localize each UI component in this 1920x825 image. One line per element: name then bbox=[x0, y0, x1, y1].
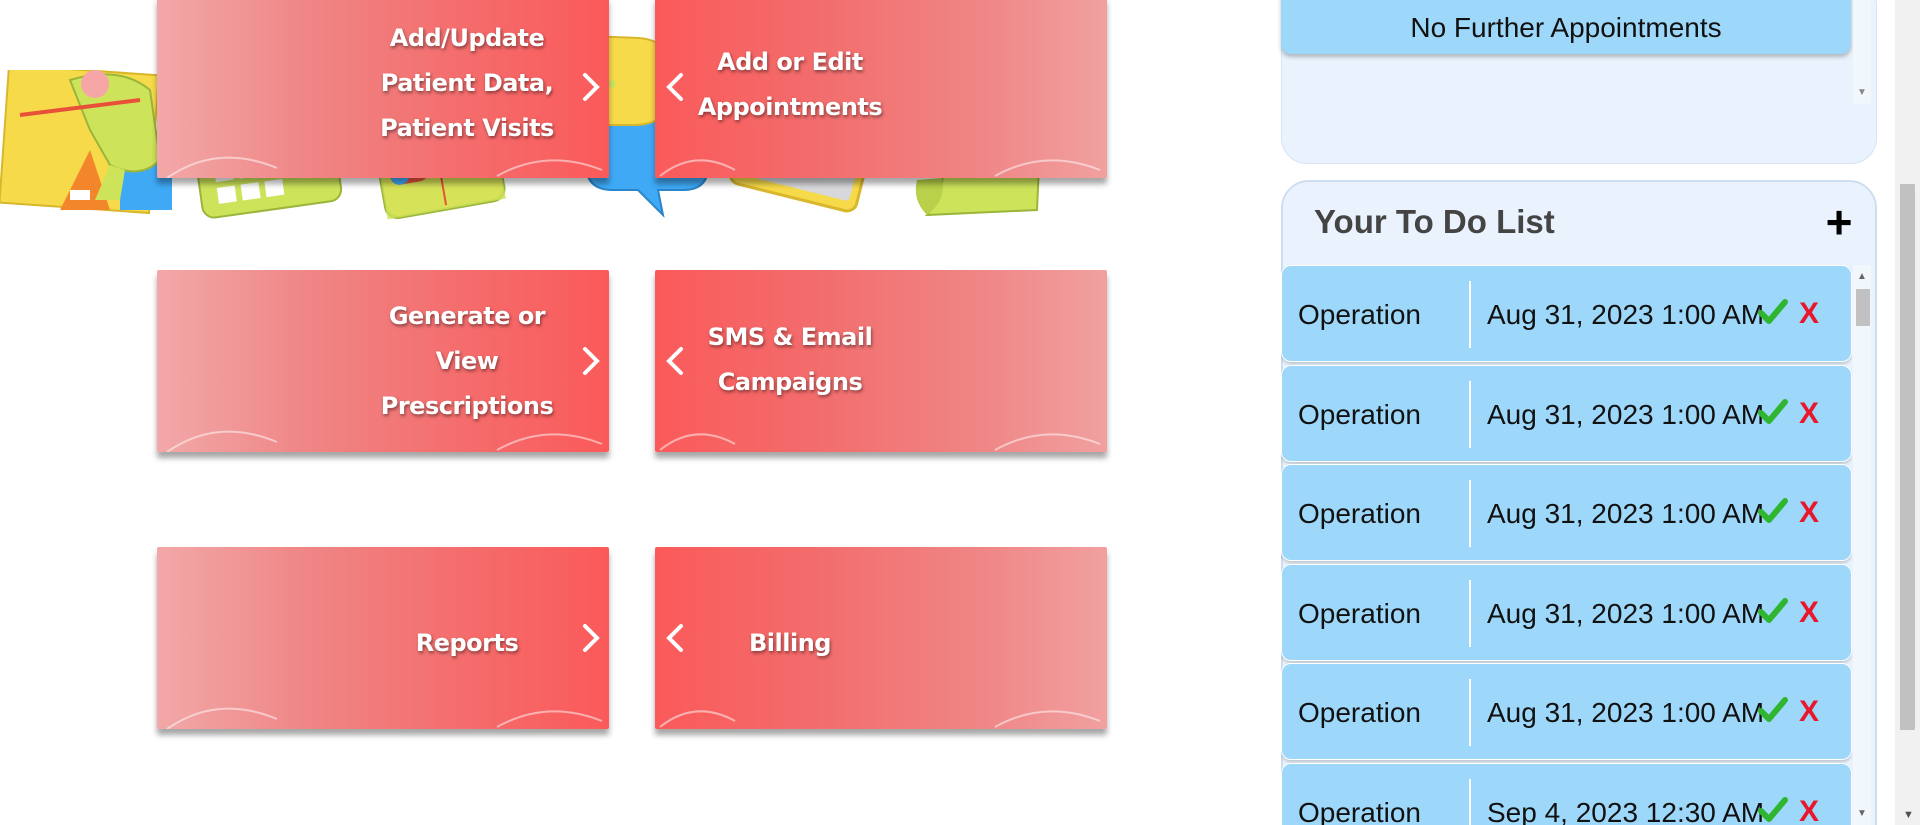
check-icon[interactable] bbox=[1758, 397, 1788, 427]
todo-date: Sep 4, 2023 12:30 AM bbox=[1487, 797, 1765, 825]
scroll-up-arrow-icon[interactable]: ▲ bbox=[1857, 271, 1867, 282]
reports-label: Reports bbox=[415, 629, 519, 657]
check-icon[interactable] bbox=[1758, 297, 1788, 327]
todo-name: Operation bbox=[1298, 598, 1421, 629]
divider bbox=[1469, 281, 1471, 348]
remove-todo-button[interactable]: X bbox=[1799, 689, 1819, 734]
scrollbar-thumb[interactable] bbox=[1856, 289, 1870, 326]
todo-row: Operation Aug 31, 2023 1:00 AM X bbox=[1281, 365, 1852, 462]
reports-tile[interactable]: Reports bbox=[157, 547, 609, 729]
remove-todo-button[interactable]: X bbox=[1799, 291, 1819, 336]
chevron-left-icon bbox=[666, 73, 683, 101]
check-icon[interactable] bbox=[1758, 596, 1788, 626]
divider bbox=[1469, 679, 1471, 746]
swirl-decoration bbox=[166, 707, 603, 729]
swirl-decoration bbox=[659, 159, 1101, 177]
todo-name: Operation bbox=[1298, 498, 1421, 529]
todo-name: Operation bbox=[1298, 697, 1421, 728]
todo-date: Aug 31, 2023 1:00 AM bbox=[1487, 598, 1765, 629]
todo-row: Operation Aug 31, 2023 1:00 AM X bbox=[1281, 464, 1852, 561]
todo-row: Operation Aug 31, 2023 1:00 AM X bbox=[1281, 265, 1852, 362]
swirl-decoration bbox=[659, 710, 1101, 728]
appointments-label: Add or Edit Appointments bbox=[697, 48, 883, 121]
todo-scrollbar[interactable]: ▲ ▼ bbox=[1853, 265, 1871, 825]
prescriptions-label: Generate or View Prescriptions bbox=[380, 302, 554, 420]
todo-name: Operation bbox=[1298, 299, 1421, 330]
todo-date: Aug 31, 2023 1:00 AM bbox=[1487, 399, 1765, 430]
billing-label: Billing bbox=[749, 629, 831, 657]
campaigns-label: SMS & Email Campaigns bbox=[707, 323, 873, 396]
divider bbox=[1469, 480, 1471, 547]
check-icon[interactable] bbox=[1758, 695, 1788, 725]
todo-row: Operation Aug 31, 2023 1:00 AM X bbox=[1281, 564, 1852, 661]
scroll-down-arrow-icon[interactable]: ▼ bbox=[1857, 87, 1867, 98]
patient-data-label: Add/Update Patient Data, Patient Visits bbox=[380, 24, 554, 142]
chevron-left-icon bbox=[666, 347, 683, 375]
chevron-right-icon bbox=[583, 347, 600, 375]
scroll-down-arrow-icon[interactable]: ▼ bbox=[1857, 808, 1867, 819]
todo-list: Operation Aug 31, 2023 1:00 AM X Operati… bbox=[1281, 265, 1852, 825]
chevron-right-icon bbox=[583, 73, 600, 101]
chevron-right-icon bbox=[583, 624, 600, 652]
patient-data-tile[interactable]: Add/Update Patient Data, Patient Visits bbox=[157, 0, 609, 178]
scroll-down-arrow-icon[interactable]: ▼ bbox=[1903, 809, 1914, 821]
prescriptions-tile[interactable]: Generate or View Prescriptions bbox=[157, 270, 609, 452]
todo-date: Aug 31, 2023 1:00 AM bbox=[1487, 697, 1765, 728]
divider bbox=[1469, 580, 1471, 647]
appointments-scrollbar[interactable]: ▼ bbox=[1853, 0, 1871, 104]
todo-title: Your To Do List bbox=[1314, 203, 1555, 240]
scrollbar-thumb[interactable] bbox=[1900, 184, 1915, 730]
appointments-tile[interactable]: Add or Edit Appointments bbox=[655, 0, 1107, 178]
swirl-decoration bbox=[659, 433, 1101, 451]
todo-name: Operation bbox=[1298, 399, 1421, 430]
add-todo-button[interactable]: + bbox=[1822, 198, 1856, 246]
page: Add/Update Patient Data, Patient Visits … bbox=[0, 0, 1920, 825]
swirl-decoration bbox=[166, 156, 603, 178]
todo-date: Aug 31, 2023 1:00 AM bbox=[1487, 498, 1765, 529]
page-scrollbar[interactable]: ▼ bbox=[1895, 0, 1920, 825]
campaigns-tile[interactable]: SMS & Email Campaigns bbox=[655, 270, 1107, 452]
no-appointments-message: No Further Appointments bbox=[1281, 0, 1851, 54]
todo-row: Operation Sep 4, 2023 12:30 AM X bbox=[1281, 763, 1852, 825]
no-appointments-text: No Further Appointments bbox=[1410, 12, 1722, 43]
divider bbox=[1469, 779, 1471, 825]
remove-todo-button[interactable]: X bbox=[1799, 490, 1819, 535]
remove-todo-button[interactable]: X bbox=[1799, 789, 1819, 825]
check-icon[interactable] bbox=[1758, 795, 1788, 825]
check-icon[interactable] bbox=[1758, 496, 1788, 526]
remove-todo-button[interactable]: X bbox=[1799, 391, 1819, 436]
divider bbox=[1469, 381, 1471, 448]
todo-row: Operation Aug 31, 2023 1:00 AM X bbox=[1281, 663, 1852, 760]
billing-tile[interactable]: Billing bbox=[655, 547, 1107, 729]
chevron-left-icon bbox=[666, 624, 683, 652]
remove-todo-button[interactable]: X bbox=[1799, 590, 1819, 635]
todo-date: Aug 31, 2023 1:00 AM bbox=[1487, 299, 1765, 330]
patient-icon bbox=[0, 63, 172, 215]
todo-name: Operation bbox=[1298, 797, 1421, 825]
